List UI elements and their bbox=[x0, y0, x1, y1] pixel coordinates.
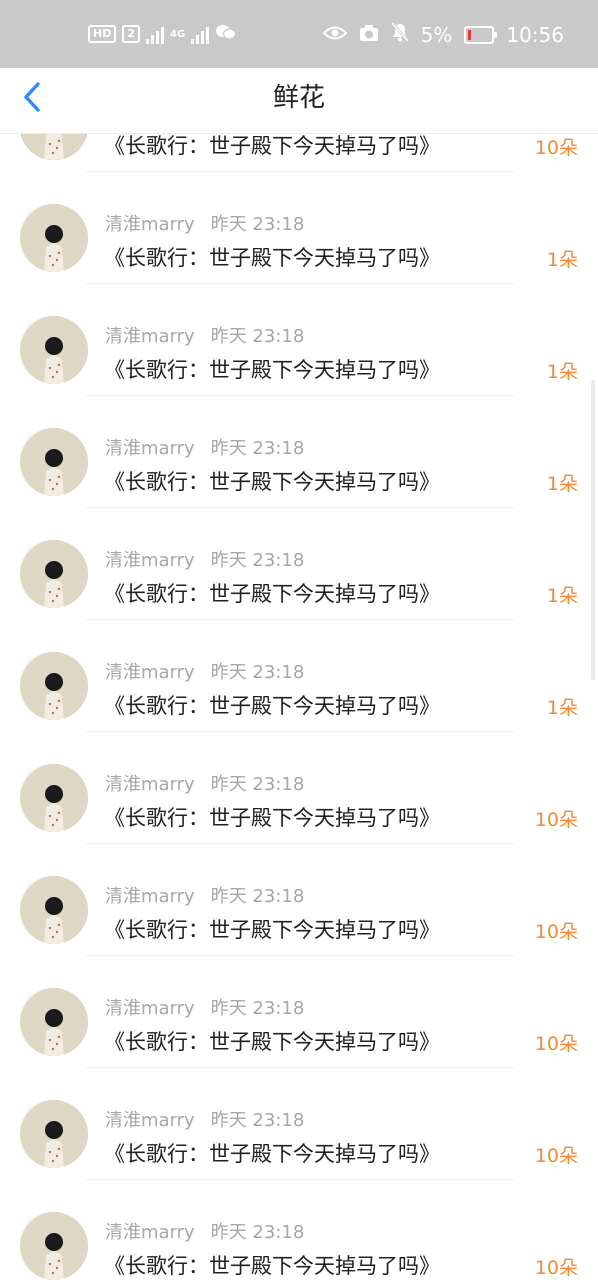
book-title[interactable]: 《长歌行：世子殿下今天掉马了吗》 bbox=[104, 242, 440, 272]
flower-amount: 1朵 bbox=[546, 361, 578, 383]
gift-time: 昨天 23:18 bbox=[210, 774, 305, 795]
gift-time: 昨天 23:18 bbox=[210, 662, 305, 683]
row-meta: 清淮marry 昨天 23:18 bbox=[105, 434, 304, 460]
user-name: 清淮marry bbox=[105, 998, 195, 1019]
page-title: 鲜花 bbox=[272, 83, 325, 113]
book-title[interactable]: 《长歌行：世子殿下今天掉马了吗》 bbox=[104, 802, 440, 832]
gift-time: 昨天 23:18 bbox=[210, 214, 305, 235]
gift-row[interactable]: 清淮marry 昨天 23:18 《长歌行：世子殿下今天掉马了吗》 10朵 bbox=[0, 1068, 598, 1180]
back-button[interactable] bbox=[18, 80, 48, 114]
signal-icon-2 bbox=[191, 24, 210, 44]
screen: HD 2 4G 5% 10:56 《长歌行：世子殿下今天掉马了吗》 10朵 清淮ma… bbox=[0, 0, 598, 1280]
flower-amount: 10朵 bbox=[534, 1145, 578, 1167]
mute-bell-icon bbox=[390, 22, 409, 47]
book-title[interactable]: 《长歌行：世子殿下今天掉马了吗》 bbox=[104, 1250, 440, 1280]
flower-amount: 1朵 bbox=[546, 697, 578, 719]
gift-time: 昨天 23:18 bbox=[210, 998, 305, 1019]
flower-amount: 10朵 bbox=[534, 921, 578, 943]
book-title[interactable]: 《长歌行：世子殿下今天掉马了吗》 bbox=[104, 690, 440, 720]
gift-time: 昨天 23:18 bbox=[210, 550, 305, 571]
gift-row[interactable]: 清淮marry 昨天 23:18 《长歌行：世子殿下今天掉马了吗》 1朵 bbox=[0, 172, 598, 284]
camera-icon bbox=[359, 23, 379, 47]
wechat-icon bbox=[215, 22, 237, 46]
flower-amount: 1朵 bbox=[546, 473, 578, 495]
avatar[interactable] bbox=[20, 1100, 88, 1168]
row-meta: 清淮marry 昨天 23:18 bbox=[105, 658, 304, 684]
gift-row[interactable]: 清淮marry 昨天 23:18 《长歌行：世子殿下今天掉马了吗》 10朵 bbox=[0, 956, 598, 1068]
flower-amount: 1朵 bbox=[546, 249, 578, 271]
avatar[interactable] bbox=[20, 1212, 88, 1280]
user-name: 清淮marry bbox=[105, 326, 195, 347]
gift-time: 昨天 23:18 bbox=[210, 1222, 305, 1243]
user-name: 清淮marry bbox=[105, 550, 195, 571]
status-right: 5% 10:56 bbox=[322, 22, 564, 47]
row-meta: 清淮marry 昨天 23:18 bbox=[105, 1218, 304, 1244]
gift-time: 昨天 23:18 bbox=[210, 326, 305, 347]
flower-amount: 10朵 bbox=[534, 1033, 578, 1055]
user-name: 清淮marry bbox=[105, 214, 195, 235]
gift-row[interactable]: 清淮marry 昨天 23:18 《长歌行：世子殿下今天掉马了吗》 1朵 bbox=[0, 396, 598, 508]
row-meta: 清淮marry 昨天 23:18 bbox=[105, 546, 304, 572]
hd-badge: HD bbox=[88, 25, 117, 43]
avatar[interactable] bbox=[20, 988, 88, 1056]
avatar[interactable] bbox=[20, 428, 88, 496]
avatar[interactable] bbox=[20, 540, 88, 608]
battery-percent: 5% bbox=[420, 22, 453, 47]
gift-time: 昨天 23:18 bbox=[210, 886, 305, 907]
user-name: 清淮marry bbox=[105, 1110, 195, 1131]
sim-badge: 2 bbox=[122, 25, 140, 43]
nav-header: 鲜花 bbox=[0, 58, 598, 134]
user-name: 清淮marry bbox=[105, 438, 195, 459]
user-name: 清淮marry bbox=[105, 774, 195, 795]
flower-amount: 1朵 bbox=[546, 585, 578, 607]
gift-row[interactable]: 清淮marry 昨天 23:18 《长歌行：世子殿下今天掉马了吗》 1朵 bbox=[0, 284, 598, 396]
avatar[interactable] bbox=[20, 876, 88, 944]
battery-icon bbox=[464, 25, 498, 44]
avatar[interactable] bbox=[20, 652, 88, 720]
flower-amount: 10朵 bbox=[534, 809, 578, 831]
flower-amount: 10朵 bbox=[534, 137, 578, 159]
network-label: 4G bbox=[170, 28, 186, 40]
row-meta: 清淮marry 昨天 23:18 bbox=[105, 882, 304, 908]
clock: 10:56 bbox=[506, 22, 564, 47]
gift-row[interactable]: 清淮marry 昨天 23:18 《长歌行：世子殿下今天掉马了吗》 10朵 bbox=[0, 1180, 598, 1280]
gift-row[interactable]: 清淮marry 昨天 23:18 《长歌行：世子殿下今天掉马了吗》 10朵 bbox=[0, 844, 598, 956]
user-name: 清淮marry bbox=[105, 662, 195, 683]
avatar[interactable] bbox=[20, 764, 88, 832]
eye-icon bbox=[322, 23, 348, 47]
user-name: 清淮marry bbox=[105, 1222, 195, 1243]
row-meta: 清淮marry 昨天 23:18 bbox=[105, 994, 304, 1020]
gift-row[interactable]: 清淮marry 昨天 23:18 《长歌行：世子殿下今天掉马了吗》 1朵 bbox=[0, 508, 598, 620]
row-meta: 清淮marry 昨天 23:18 bbox=[105, 210, 304, 236]
gift-row[interactable]: 清淮marry 昨天 23:18 《长歌行：世子殿下今天掉马了吗》 10朵 bbox=[0, 732, 598, 844]
row-meta: 清淮marry 昨天 23:18 bbox=[105, 770, 304, 796]
scrollbar[interactable] bbox=[591, 380, 595, 680]
gift-time: 昨天 23:18 bbox=[210, 438, 305, 459]
avatar[interactable] bbox=[20, 204, 88, 272]
book-title[interactable]: 《长歌行：世子殿下今天掉马了吗》 bbox=[104, 130, 440, 160]
signal-icon bbox=[146, 24, 164, 44]
book-title[interactable]: 《长歌行：世子殿下今天掉马了吗》 bbox=[104, 1026, 440, 1056]
user-name: 清淮marry bbox=[105, 886, 195, 907]
book-title[interactable]: 《长歌行：世子殿下今天掉马了吗》 bbox=[104, 1138, 440, 1168]
book-title[interactable]: 《长歌行：世子殿下今天掉马了吗》 bbox=[104, 578, 440, 608]
gift-row[interactable]: 清淮marry 昨天 23:18 《长歌行：世子殿下今天掉马了吗》 1朵 bbox=[0, 620, 598, 732]
status-bar: HD 2 4G 5% 10:56 bbox=[0, 0, 598, 68]
gift-list[interactable]: 《长歌行：世子殿下今天掉马了吗》 10朵 清淮marry 昨天 23:18 《长歌行：世… bbox=[0, 60, 598, 1280]
book-title[interactable]: 《长歌行：世子殿下今天掉马了吗》 bbox=[104, 466, 440, 496]
chevron-left-icon bbox=[24, 82, 40, 112]
gift-time: 昨天 23:18 bbox=[210, 1110, 305, 1131]
avatar[interactable] bbox=[20, 316, 88, 384]
row-meta: 清淮marry 昨天 23:18 bbox=[105, 322, 304, 348]
row-meta: 清淮marry 昨天 23:18 bbox=[105, 1106, 304, 1132]
book-title[interactable]: 《长歌行：世子殿下今天掉马了吗》 bbox=[104, 354, 440, 384]
flower-amount: 10朵 bbox=[534, 1257, 578, 1279]
book-title[interactable]: 《长歌行：世子殿下今天掉马了吗》 bbox=[104, 914, 440, 944]
status-left: HD 2 4G bbox=[88, 22, 237, 46]
